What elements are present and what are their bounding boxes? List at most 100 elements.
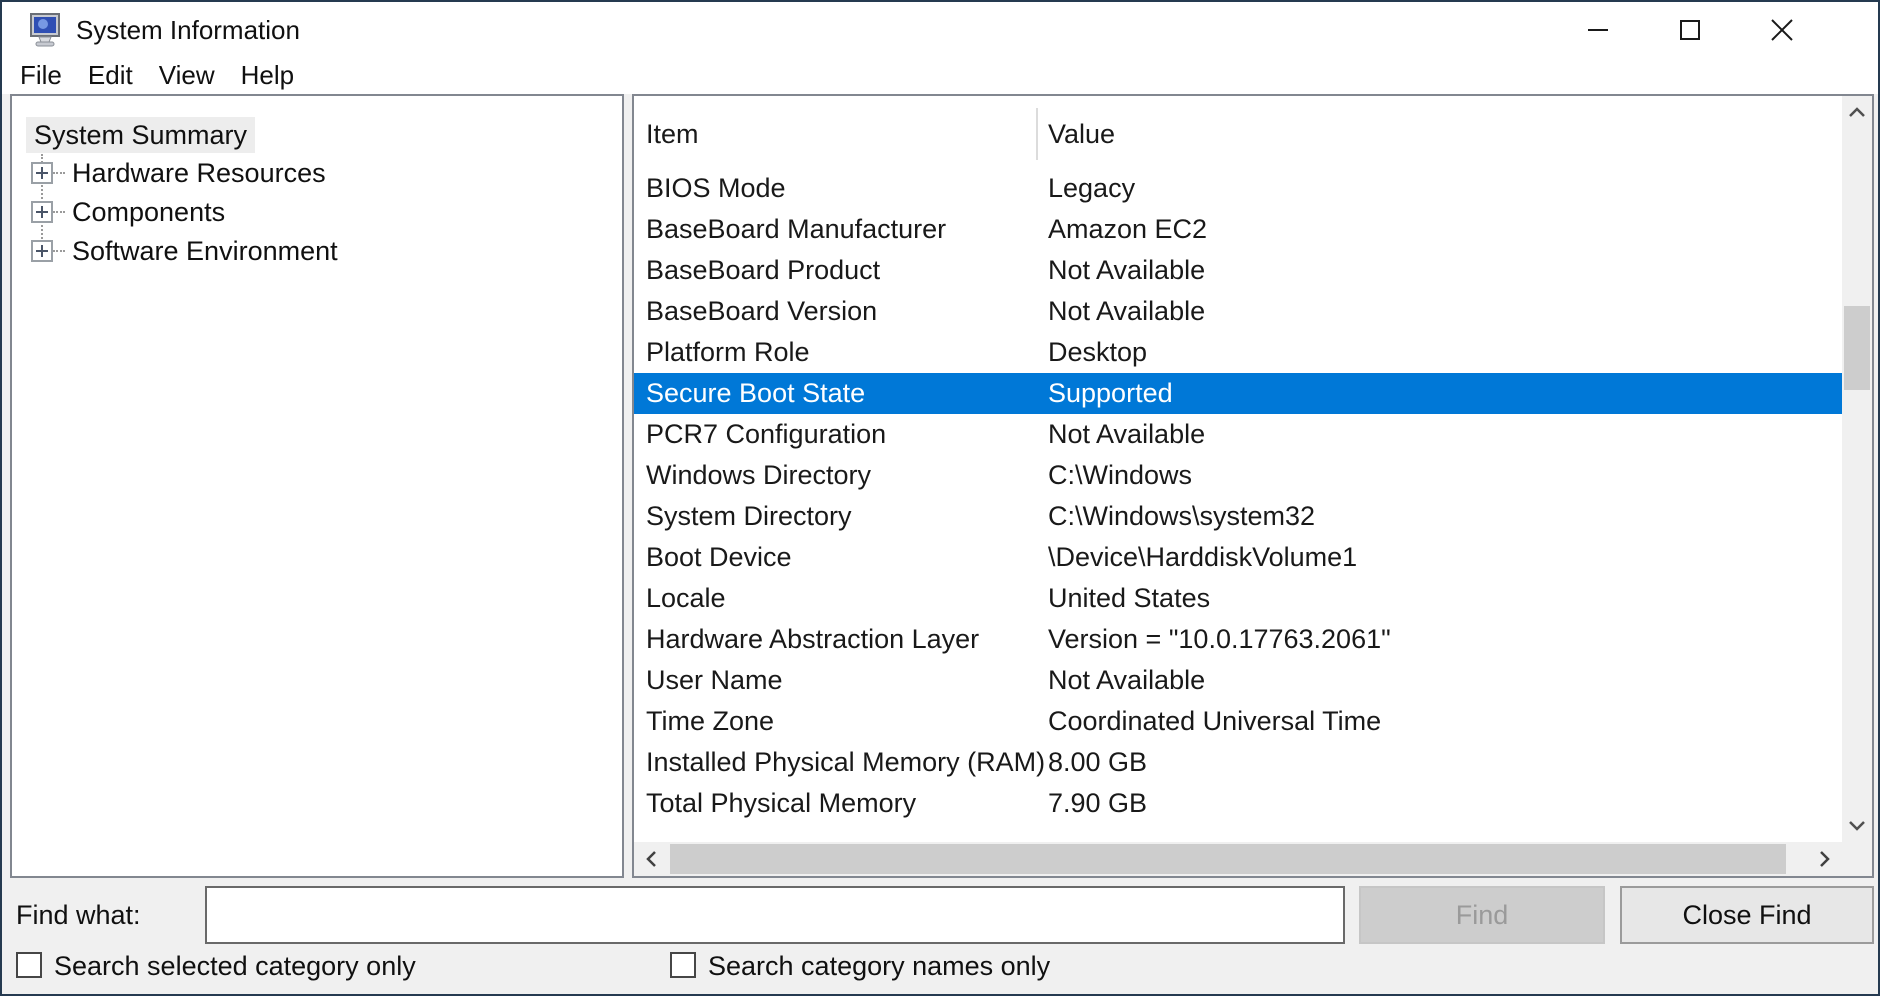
search-selected-category-label: Search selected category only: [54, 952, 416, 980]
find-input[interactable]: [205, 886, 1345, 944]
row-item-cell: BaseBoard Product: [634, 255, 1048, 286]
table-row[interactable]: BaseBoard VersionNot Available: [634, 291, 1842, 332]
scroll-right-button[interactable]: [1808, 842, 1842, 876]
horizontal-scroll-thumb[interactable]: [670, 844, 1786, 874]
tree-item-hardware-resources[interactable]: Hardware Resources: [31, 154, 326, 192]
table-row[interactable]: Boot Device\Device\HarddiskVolume1: [634, 537, 1842, 578]
row-item-cell: Platform Role: [634, 337, 1048, 368]
row-value-cell: Coordinated Universal Time: [1048, 706, 1842, 737]
table-row[interactable]: System DirectoryC:\Windows\system32: [634, 496, 1842, 537]
horizontal-scrollbar[interactable]: [634, 842, 1842, 876]
table-row[interactable]: Secure Boot StateSupported: [634, 373, 1842, 414]
tree-item-label: Software Environment: [72, 236, 338, 267]
window-controls: [1552, 2, 1828, 58]
row-item-cell: Installed Physical Memory (RAM): [634, 747, 1048, 778]
system-information-window: System Information FileEditViewHelp Syst…: [0, 0, 1880, 996]
row-value-cell: United States: [1048, 583, 1842, 614]
table-row[interactable]: PCR7 ConfigurationNot Available: [634, 414, 1842, 455]
tree-item-label: Hardware Resources: [72, 158, 326, 189]
row-value-cell: C:\Windows: [1048, 460, 1842, 491]
menu-item-view[interactable]: View: [146, 58, 228, 94]
row-value-cell: Legacy: [1048, 173, 1842, 204]
row-item-cell: Locale: [634, 583, 1048, 614]
find-button[interactable]: Find: [1359, 886, 1605, 944]
row-item-cell: Hardware Abstraction Layer: [634, 624, 1048, 655]
row-item-cell: Boot Device: [634, 542, 1048, 573]
expand-plus-icon[interactable]: [31, 240, 53, 262]
table-row[interactable]: Total Physical Memory7.90 GB: [634, 783, 1842, 824]
table-row[interactable]: Windows DirectoryC:\Windows: [634, 455, 1842, 496]
minimize-button[interactable]: [1552, 2, 1644, 58]
title-bar: System Information: [2, 2, 1878, 58]
table-row[interactable]: User NameNot Available: [634, 660, 1842, 701]
tree-connector-stub: [53, 172, 65, 174]
row-value-cell: C:\Windows\system32: [1048, 501, 1842, 532]
vertical-scrollbar[interactable]: [1842, 96, 1872, 842]
find-what-label: Find what:: [16, 900, 141, 931]
minimize-icon: [1586, 18, 1610, 42]
tree-item-software-environment[interactable]: Software Environment: [31, 232, 338, 270]
row-item-cell: BaseBoard Manufacturer: [634, 214, 1048, 245]
close-find-button[interactable]: Close Find: [1620, 886, 1874, 944]
row-item-cell: Secure Boot State: [634, 378, 1048, 409]
close-icon: [1769, 17, 1795, 43]
row-item-cell: System Directory: [634, 501, 1048, 532]
row-item-cell: PCR7 Configuration: [634, 419, 1048, 450]
tree-connector-stub: [53, 250, 65, 252]
expand-plus-icon[interactable]: [31, 162, 53, 184]
search-selected-category-checkbox[interactable]: [16, 952, 42, 978]
table-row[interactable]: Installed Physical Memory (RAM)8.00 GB: [634, 742, 1842, 783]
table-row[interactable]: Platform RoleDesktop: [634, 332, 1842, 373]
scroll-left-button[interactable]: [634, 842, 668, 876]
maximize-button[interactable]: [1644, 2, 1736, 58]
detail-list-pane: Item Value BIOS ModeLegacyBaseBoard Manu…: [632, 94, 1874, 878]
column-header-value[interactable]: Value: [1048, 96, 1115, 168]
row-item-cell: Windows Directory: [634, 460, 1048, 491]
table-row[interactable]: Time ZoneCoordinated Universal Time: [634, 701, 1842, 742]
search-category-names-checkbox[interactable]: [670, 952, 696, 978]
row-value-cell: Not Available: [1048, 419, 1842, 450]
row-item-cell: BIOS Mode: [634, 173, 1048, 204]
row-value-cell: Amazon EC2: [1048, 214, 1842, 245]
chevron-up-icon: [1848, 106, 1866, 118]
expand-plus-icon[interactable]: [31, 201, 53, 223]
table-row[interactable]: LocaleUnited States: [634, 578, 1842, 619]
chevron-right-icon: [1819, 850, 1831, 868]
scroll-down-button[interactable]: [1842, 810, 1872, 842]
search-category-names-label: Search category names only: [708, 952, 1050, 980]
row-value-cell: Not Available: [1048, 296, 1842, 327]
category-tree-pane: System Summary Hardware Resources Compone…: [10, 94, 624, 878]
vertical-scroll-thumb[interactable]: [1844, 306, 1870, 390]
info-table-body: BIOS ModeLegacyBaseBoard ManufacturerAma…: [634, 168, 1842, 824]
row-item-cell: Time Zone: [634, 706, 1048, 737]
menu-item-edit[interactable]: Edit: [75, 58, 146, 94]
tree-item-system-summary[interactable]: System Summary: [26, 117, 255, 153]
tree-item-label: Components: [72, 197, 225, 228]
tree-connector-stub: [53, 211, 65, 213]
row-item-cell: Total Physical Memory: [634, 788, 1048, 819]
window-title: System Information: [76, 2, 300, 58]
close-button[interactable]: [1736, 2, 1828, 58]
row-item-cell: User Name: [634, 665, 1048, 696]
menu-bar: FileEditViewHelp: [2, 58, 1878, 94]
row-value-cell: Not Available: [1048, 255, 1842, 286]
row-item-cell: BaseBoard Version: [634, 296, 1048, 327]
table-row[interactable]: BaseBoard ManufacturerAmazon EC2: [634, 209, 1842, 250]
row-value-cell: 7.90 GB: [1048, 788, 1842, 819]
row-value-cell: Desktop: [1048, 337, 1842, 368]
row-value-cell: \Device\HarddiskVolume1: [1048, 542, 1842, 573]
menu-item-file[interactable]: File: [7, 58, 75, 94]
column-header-item[interactable]: Item: [646, 96, 699, 168]
row-value-cell: Not Available: [1048, 665, 1842, 696]
row-value-cell: 8.00 GB: [1048, 747, 1842, 778]
scroll-up-button[interactable]: [1842, 96, 1872, 128]
scrollbar-corner: [1842, 842, 1872, 876]
table-row[interactable]: Hardware Abstraction LayerVersion = "10.…: [634, 619, 1842, 660]
table-header: Item Value: [634, 96, 1842, 168]
tree-item-components[interactable]: Components: [31, 193, 225, 231]
table-row[interactable]: BIOS ModeLegacy: [634, 168, 1842, 209]
row-value-cell: Supported: [1048, 378, 1842, 409]
table-row[interactable]: BaseBoard ProductNot Available: [634, 250, 1842, 291]
menu-item-help[interactable]: Help: [228, 58, 307, 94]
column-separator[interactable]: [1036, 108, 1038, 160]
